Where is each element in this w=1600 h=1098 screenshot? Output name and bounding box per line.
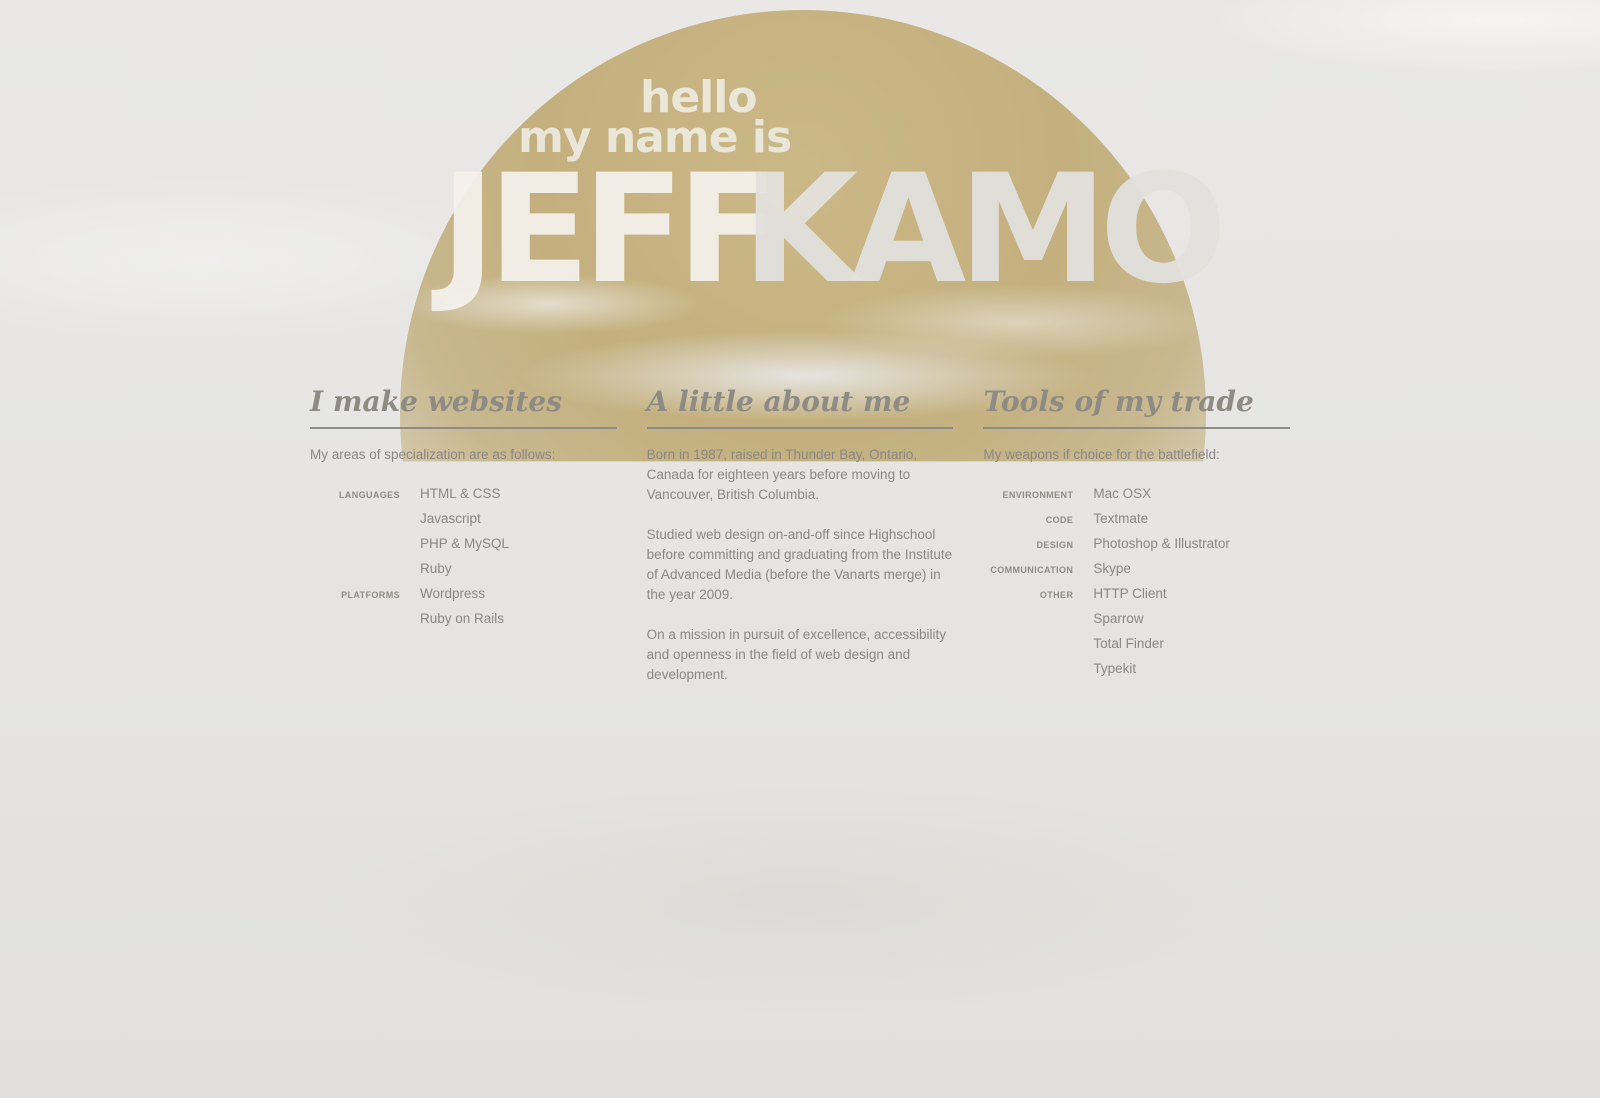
list-item: DESIGN Photoshop & Illustrator	[983, 536, 1290, 561]
tools-title: Tools of my trade	[983, 385, 1291, 429]
row-value: PHP & MySQL	[420, 536, 510, 551]
row-label: OTHER	[1039, 590, 1074, 600]
list-item: PHP & MySQL	[310, 536, 617, 561]
websites-title-emphasis: websites	[427, 385, 563, 418]
list-item: Ruby	[310, 561, 617, 586]
row-label: DESIGN	[1036, 540, 1074, 550]
list-item: Javascript	[310, 511, 617, 536]
list-item: COMMUNICATION Skype	[983, 561, 1290, 586]
row-value: Wordpress	[420, 586, 486, 601]
list-item: Sparrow	[983, 611, 1290, 636]
row-label: CODE	[1045, 515, 1074, 525]
websites-title: I make websites	[310, 385, 617, 429]
list-item: PLATFORMS Wordpress	[310, 586, 617, 611]
row-value: Ruby on Rails	[420, 611, 505, 626]
list-item: ENVIRONMENT Mac OSX	[983, 486, 1290, 511]
row-value: Total Finder	[1093, 636, 1164, 651]
content-columns: I make websites My areas of specializati…	[310, 385, 1291, 686]
tools-column: Tools of my trade My weapons if choice f…	[983, 385, 1291, 686]
row-value: Mac OSX	[1093, 486, 1152, 501]
row-value: Photoshop & Illustrator	[1093, 536, 1230, 551]
row-value: Javascript	[420, 511, 481, 526]
list-item: LANGUAGES HTML & CSS	[310, 486, 617, 511]
about-title: A little about me	[646, 385, 954, 429]
row-value: Textmate	[1093, 511, 1149, 526]
row-value: HTML & CSS	[420, 486, 501, 501]
tools-list: ENVIRONMENT Mac OSX CODE Textmate DESIGN Ph…	[983, 486, 1290, 686]
row-label: LANGUAGES	[338, 490, 400, 500]
row-value: Ruby	[420, 561, 452, 576]
list-item: Total Finder	[983, 636, 1290, 661]
specialization-list: LANGUAGES HTML & CSS Javascript PHP & MyS…	[310, 486, 617, 636]
websites-column: I make websites My areas of specializati…	[310, 385, 617, 686]
row-label: PLATFORMS	[341, 590, 400, 600]
row-label: COMMUNICATION	[990, 565, 1074, 575]
row-value: HTTP Client	[1093, 586, 1167, 601]
hero-first-name: JEFF	[440, 143, 779, 317]
tools-intro: My weapons if choice for the battlefield…	[983, 447, 1220, 462]
about-paragraph: Born in 1987, raised in Thunder Bay, Ont…	[646, 447, 918, 502]
row-label: ENVIRONMENT	[1002, 490, 1074, 500]
websites-title-prefix: I make	[310, 385, 418, 418]
hero-header: hello my name is JEFF KAMO	[0, 0, 1600, 360]
hero-last-name: KAMO	[742, 143, 1227, 317]
row-value: Typekit	[1093, 661, 1137, 676]
list-item: CODE Textmate	[983, 511, 1290, 536]
list-item: OTHER HTTP Client	[983, 586, 1290, 611]
about-paragraph: Studied web design on-and-off since High…	[646, 527, 953, 602]
websites-intro: My areas of specialization are as follow…	[310, 447, 556, 462]
about-column: A little about me Born in 1987, raised i…	[646, 385, 954, 686]
row-value: Skype	[1093, 561, 1131, 576]
row-value: Sparrow	[1093, 611, 1144, 626]
list-item: Typekit	[983, 661, 1290, 686]
about-paragraph: On a mission in pursuit of excellence, a…	[646, 627, 947, 682]
list-item: Ruby on Rails	[310, 611, 617, 636]
